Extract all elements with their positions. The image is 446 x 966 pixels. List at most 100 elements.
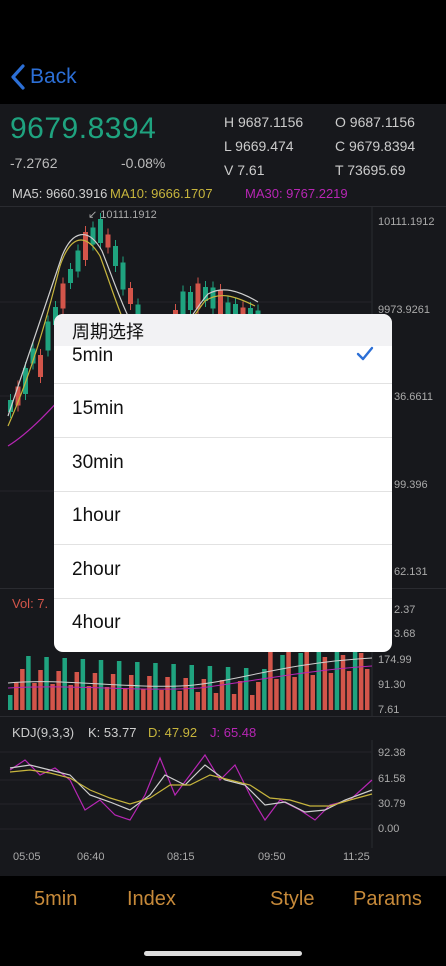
candle: [120, 262, 126, 290]
period-option-1hour[interactable]: 1hour: [54, 491, 392, 545]
time-axis-tick: 08:15: [167, 851, 195, 863]
volume-bar: [274, 679, 279, 710]
price-axis-tick: 62.131: [394, 566, 428, 578]
volume-bar: [207, 666, 213, 710]
volume-bar: [364, 669, 370, 710]
kdj-j-label: J: 65.48: [210, 725, 257, 740]
volume-bar: [8, 695, 13, 710]
volume-bar: [189, 665, 194, 710]
volume-bar: [80, 659, 86, 710]
period-option-label: 15min: [72, 398, 124, 419]
back-button[interactable]: Back: [10, 64, 77, 90]
checkmark-icon: [356, 346, 374, 367]
period-option-label: 2hour: [72, 559, 121, 580]
chevron-left-icon: [10, 64, 26, 90]
volume-bar: [104, 687, 110, 710]
volume-bar: [231, 694, 237, 710]
time-axis-tick: 06:40: [77, 851, 105, 863]
period-button[interactable]: 5min: [34, 888, 77, 911]
low-value: L 9669.474: [224, 138, 294, 154]
kdj-axis-tick: 92.38: [378, 747, 406, 759]
candle: [105, 234, 111, 248]
kdj-label: KDJ(9,3,3): [12, 725, 75, 740]
turnover-value: T 73695.69: [335, 162, 406, 178]
period-option-4hour[interactable]: 4hour: [54, 598, 392, 651]
volume-bar: [129, 675, 134, 710]
candle: [38, 355, 43, 377]
volume-bar: [14, 682, 19, 710]
index-button[interactable]: Index: [127, 888, 176, 911]
price-change: -7.2762: [10, 155, 58, 171]
period-option-30min[interactable]: 30min: [54, 438, 392, 492]
open-value: O 9687.1156: [335, 114, 415, 130]
max-price-marker: ↙ 10111.1912: [88, 209, 157, 221]
volume-bar: [86, 686, 92, 710]
candle: [83, 232, 88, 260]
time-axis-tick: 05:05: [13, 851, 41, 863]
volume-bar: [334, 649, 340, 710]
candle: [113, 246, 118, 266]
kdj-axis-tick: 0.00: [378, 823, 400, 835]
volume-bar: [213, 693, 219, 710]
home-indicator: [144, 951, 302, 956]
volume-bar: [110, 674, 116, 710]
candle: [128, 288, 133, 304]
back-label: Back: [30, 65, 77, 88]
params-button[interactable]: Params: [353, 888, 422, 911]
volume-bar: [74, 672, 80, 710]
volume-bar: [44, 657, 49, 710]
period-picker-dialog: 周期选择 5min 15min 30min 1hour 2hour 4hour: [54, 314, 392, 652]
ma10-label: MA10: 9666.1707: [110, 186, 213, 201]
volume-bar: [195, 692, 201, 710]
period-option-5min[interactable]: 5min: [54, 332, 392, 384]
volume-bar: [262, 669, 267, 710]
volume-bar: [50, 684, 55, 710]
close-value: C 9679.8394: [335, 138, 416, 154]
volume-bar: [141, 689, 146, 710]
candle: [188, 292, 193, 310]
candle: [45, 321, 51, 351]
price-axis-tick: 10111.1912: [378, 216, 435, 228]
volume-bar: [250, 695, 255, 710]
volume-bar: [316, 651, 322, 710]
volume-bar: [183, 678, 188, 710]
volume-bar: [159, 690, 164, 710]
volume-bar: [56, 671, 61, 710]
volume-bar: [26, 656, 31, 710]
ma30-label: MA30: 9767.2219: [245, 186, 348, 201]
ma5-label: MA5: 9660.3916: [12, 186, 108, 201]
kdj-d-label: D: 47.92: [148, 725, 198, 740]
volume-bar: [298, 653, 303, 710]
volume-bar: [280, 655, 285, 710]
volume-bar: [122, 688, 128, 710]
candle: [60, 283, 66, 309]
price-change-percent: -0.08%: [121, 155, 166, 171]
period-option-2hour[interactable]: 2hour: [54, 545, 392, 599]
style-button[interactable]: Style: [270, 888, 314, 911]
divider: [0, 716, 446, 717]
volume-bar: [322, 657, 328, 710]
volume-bar: [256, 682, 261, 710]
time-axis-tick: 11:25: [343, 851, 370, 863]
volume-bar: [237, 681, 243, 710]
volume-bar: [358, 653, 364, 710]
volume-axis-tick: 91.30: [378, 679, 406, 691]
candle: [90, 227, 96, 245]
period-option-label: 1hour: [72, 505, 121, 526]
volume-axis-tick: 7.61: [378, 704, 400, 716]
volume-bar: [98, 660, 104, 710]
candle: [68, 269, 73, 283]
volume-axis-tick: 2.37: [394, 604, 416, 616]
kdj-axis-tick: 30.79: [378, 798, 406, 810]
period-option-label: 30min: [72, 452, 124, 473]
volume-bar: [352, 647, 358, 710]
price-axis-tick: 36.6611: [394, 391, 433, 403]
volume-bar: [68, 685, 73, 710]
period-option-15min[interactable]: 15min: [54, 384, 392, 438]
volume-bar: [177, 691, 182, 710]
time-axis-tick: 09:50: [258, 851, 286, 863]
volume-bar: [116, 661, 122, 710]
volume-bar: [92, 673, 98, 710]
volume-bar: [328, 673, 334, 710]
volume-bar: [340, 655, 346, 710]
